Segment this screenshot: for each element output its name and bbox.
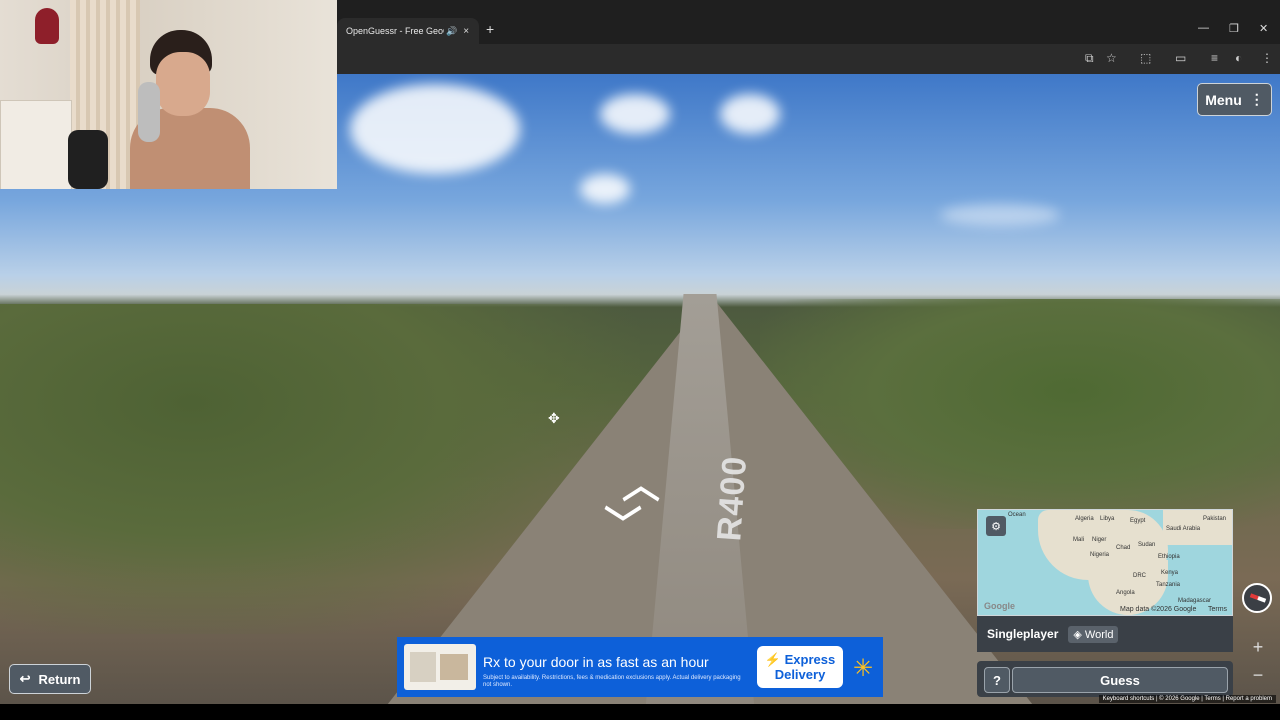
google-footer-links[interactable]: Keyboard shortcuts | © 2026 Google | Ter… bbox=[1098, 695, 1276, 703]
extensions-icon[interactable]: ⬚ bbox=[1140, 51, 1151, 65]
map-label-mali: Mali bbox=[1073, 537, 1085, 543]
map-terms-link[interactable]: Terms bbox=[1208, 606, 1227, 613]
return-arrow-icon: ↩ bbox=[19, 671, 31, 686]
return-button[interactable]: ↩ Return bbox=[9, 664, 91, 694]
translate-icon[interactable]: ⧉ bbox=[1085, 51, 1094, 66]
zoom-in-button[interactable]: + bbox=[1247, 636, 1269, 658]
map-name-badge: ◈ World bbox=[1068, 625, 1119, 643]
ad-cta-button[interactable]: ⚡ Express Delivery bbox=[757, 646, 843, 688]
walmart-spark-icon: ✳ bbox=[853, 655, 874, 682]
webcam-overlay bbox=[0, 0, 337, 189]
kebab-icon: ⋮ bbox=[1249, 91, 1264, 107]
tab-title: OpenGuessr - Free GeoGuessr bbox=[346, 26, 444, 36]
map-label-niger: Niger bbox=[1092, 537, 1107, 543]
map-label-sudan: Sudan bbox=[1138, 542, 1156, 548]
more-icon[interactable]: ⋮ bbox=[1261, 51, 1273, 65]
map-settings-icon[interactable]: ⚙ bbox=[986, 516, 1006, 536]
menu-button[interactable]: Menu ⋮ bbox=[1197, 83, 1272, 116]
ad-disclaimer: Subject to availability. Restrictions, f… bbox=[483, 675, 741, 688]
compass-icon[interactable] bbox=[1242, 583, 1272, 613]
browser-tab[interactable]: OpenGuessr - Free GeoGuessr 🔊 × bbox=[337, 18, 479, 44]
ad-banner[interactable]: Rx to your door in as fast as an hour Su… bbox=[397, 637, 883, 697]
guess-button[interactable]: Guess bbox=[1012, 667, 1228, 693]
map-label-chad: Chad bbox=[1116, 545, 1131, 551]
map-label-madagascar: Madagascar bbox=[1178, 598, 1212, 604]
ad-product-image bbox=[404, 644, 476, 690]
map-label-angola: Angola bbox=[1116, 590, 1135, 596]
media-icon[interactable]: ≡ bbox=[1211, 51, 1218, 65]
bolt-icon: ⚡ bbox=[764, 652, 781, 667]
map-label-pakistan: Pakistan bbox=[1203, 516, 1227, 522]
map-label-libya: Libya bbox=[1100, 516, 1115, 522]
help-button[interactable]: ? bbox=[984, 667, 1010, 693]
tab-close-icon[interactable]: × bbox=[463, 26, 469, 37]
map-label-nigeria: Nigeria bbox=[1090, 552, 1110, 558]
map-label-tanzania: Tanzania bbox=[1156, 582, 1181, 588]
game-mode-label: Singleplayer bbox=[987, 627, 1059, 641]
map-label-drc: DRC bbox=[1133, 573, 1146, 579]
minimap[interactable]: Libya Algeria Egypt Saudi Arabia Pakista… bbox=[977, 509, 1233, 616]
road-marking: R400 bbox=[710, 454, 755, 543]
return-label: Return bbox=[38, 671, 81, 687]
hat-icon bbox=[35, 8, 59, 44]
map-label-ocean: Ocean bbox=[1008, 512, 1026, 518]
map-label-algeria: Algeria bbox=[1075, 516, 1094, 522]
profile-icon[interactable]: ◐ bbox=[1235, 51, 1242, 65]
map-label-saudi: Saudi Arabia bbox=[1166, 526, 1201, 532]
ad-title: Rx to your door in as fast as an hour bbox=[483, 654, 709, 670]
move-cursor-icon: ✥ bbox=[548, 410, 560, 426]
move-backward-arrow[interactable]: ﹀ bbox=[604, 494, 642, 549]
google-logo: Google bbox=[984, 601, 1015, 611]
map-attribution: Map data ©2026 Google bbox=[1120, 606, 1197, 613]
restore-button[interactable]: ❐ bbox=[1229, 22, 1239, 35]
layers-icon: ◈ bbox=[1073, 628, 1082, 641]
game-info-panel: Singleplayer ◈ World bbox=[977, 616, 1233, 652]
map-label-ethiopia: Ethiopia bbox=[1158, 554, 1180, 560]
map-label-egypt: Egypt bbox=[1130, 518, 1146, 524]
speaker-icon[interactable]: 🔊 bbox=[446, 26, 457, 37]
menu-label: Menu bbox=[1205, 91, 1242, 108]
window-close-button[interactable]: ✕ bbox=[1259, 22, 1268, 35]
star-icon[interactable]: ☆ bbox=[1106, 51, 1117, 65]
new-tab-button[interactable]: + bbox=[486, 21, 494, 37]
cast-icon[interactable]: ▭ bbox=[1175, 51, 1186, 65]
map-label-kenya: Kenya bbox=[1161, 570, 1179, 576]
zoom-out-button[interactable]: − bbox=[1247, 664, 1269, 686]
minimize-button[interactable]: — bbox=[1198, 22, 1209, 34]
streamer bbox=[130, 30, 250, 189]
bottom-bar bbox=[0, 704, 1280, 720]
